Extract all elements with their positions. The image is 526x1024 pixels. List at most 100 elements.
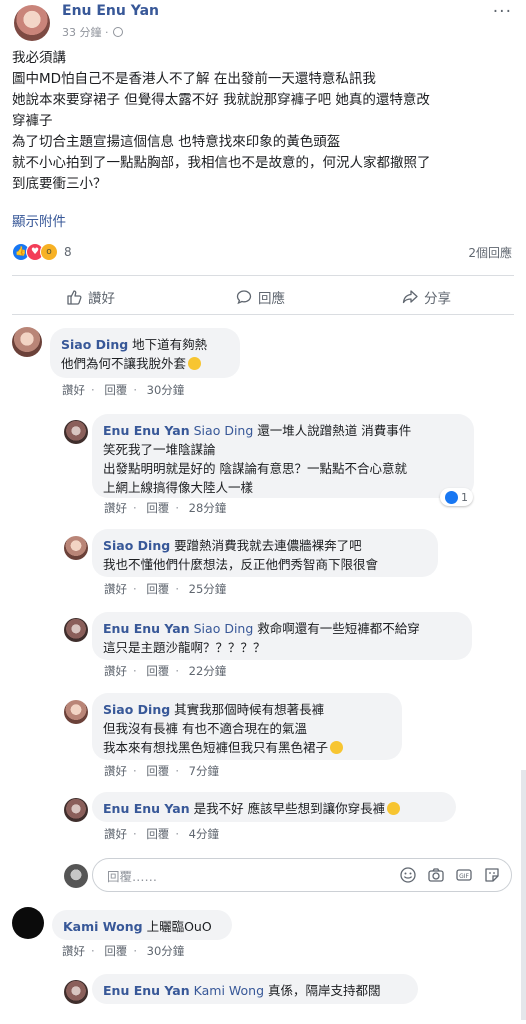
reply-composer: GIF <box>92 858 512 892</box>
comment-text: 這只是主題沙龍啊？？？？？ <box>103 640 266 655</box>
post-author-name[interactable]: Enu Enu Yan <box>62 3 159 19</box>
composer-tools: GIF <box>399 866 501 884</box>
comment-meta: 讚好 · 回覆 · 25分鐘 <box>104 582 227 596</box>
comment-text: 我也不懂他們什麼想法，反正他們秀智商下限很會 <box>103 557 379 572</box>
current-user-avatar <box>64 864 88 888</box>
comment-reply-link[interactable]: 回覆 <box>104 944 127 958</box>
commenter-name[interactable]: Enu Enu Yan <box>103 983 190 998</box>
comment-like-link[interactable]: 讚好 <box>104 827 127 841</box>
commenter-name[interactable]: Kami Wong <box>63 919 143 934</box>
comment-text: 上曬臨OuO <box>146 919 212 934</box>
comment-like-link[interactable]: 讚好 <box>104 764 127 778</box>
comment-time[interactable]: 30分鐘 <box>147 383 185 397</box>
commenter-avatar[interactable] <box>64 618 88 642</box>
post-text: 我必須講 圖中MD怕自己不是香港人不了解 在出發前一天還特意私訊我 她說本來要穿… <box>12 48 517 195</box>
comment-text: 他們為何不讓我脫外套 <box>61 356 187 371</box>
comment-button-label: 回應 <box>258 291 285 307</box>
camera-icon[interactable] <box>427 866 445 884</box>
comment-bubble: Enu Enu Yan Kami Wong 真係，隔岸支持都闊 <box>92 974 418 1004</box>
commenter-name[interactable]: Enu Enu Yan <box>103 801 190 816</box>
post-line: 她說本來要穿裙子 但覺得太露不好 我就說那穿褲子吧 她真的還特意改 <box>12 92 430 108</box>
comment-bubble: Siao Ding 地下道有夠熱 他們為何不讓我脫外套 <box>50 328 240 378</box>
commenter-avatar[interactable] <box>12 327 42 357</box>
show-attachments-link[interactable]: 顯示附件 <box>12 210 66 230</box>
comment-like-link[interactable]: 讚好 <box>104 582 127 596</box>
smile-emoji-icon <box>387 802 401 815</box>
comment-like-link[interactable]: 讚好 <box>62 383 85 397</box>
post-line: 我必須講 <box>12 50 66 66</box>
commenter-name[interactable]: Enu Enu Yan <box>103 423 190 438</box>
comment-text: 還一堆人說蹭熱道 消費事件 <box>257 423 412 438</box>
comment-like-link[interactable]: 讚好 <box>104 501 127 515</box>
reactions-summary[interactable]: 👍 ♥ o 8 <box>12 243 72 261</box>
like-reaction-icon <box>445 490 458 504</box>
commenter-avatar[interactable] <box>12 907 44 939</box>
divider <box>12 275 514 276</box>
commenter-name[interactable]: Enu Enu Yan <box>103 621 190 636</box>
comment-meta: 讚好 · 回覆 · 30分鐘 <box>62 383 185 397</box>
comment-meta: 讚好 · 回覆 · 30分鐘 <box>62 944 185 958</box>
comment-button[interactable]: 回應 <box>236 283 285 311</box>
comment-reply-link[interactable]: 回覆 <box>146 827 169 841</box>
comment-bubble: Enu Enu Yan Siao Ding 還一堆人說蹭熱道 消費事件 笑死我了一堆… <box>92 414 474 498</box>
scrollbar[interactable] <box>521 770 526 1020</box>
mention-link[interactable]: Siao Ding <box>194 621 254 636</box>
laughing-emoji-icon <box>330 741 344 754</box>
share-button[interactable]: 分享 <box>402 283 451 311</box>
post-line: 就不小心拍到了一點點胸部，我相信也不是故意的，何況人家都撤照了 <box>12 155 431 171</box>
comment-bubble: Enu Enu Yan 是我不好 應該早些想到讓你穿長褲 <box>92 792 456 822</box>
emoji-icon[interactable] <box>399 866 417 884</box>
comment-time[interactable]: 7分鐘 <box>189 764 219 778</box>
share-icon <box>402 290 418 304</box>
reaction-count: 8 <box>64 245 72 259</box>
facebook-post-page: Enu Enu Yan 33 分鐘 · ··· 我必須講 圖中MD怕自己不是香港… <box>0 0 526 1024</box>
commenter-name[interactable]: Siao Ding <box>61 337 128 352</box>
share-button-label: 分享 <box>424 291 451 307</box>
comment-text: 其實我那個時候有想著長褲 <box>174 702 325 717</box>
comment-text: 出發點明明就是好的 陰謀論有意思？一點點不合心意就 <box>103 461 407 476</box>
globe-icon <box>112 27 123 37</box>
comment-meta: 讚好 · 回覆 · 7分鐘 <box>104 764 219 778</box>
commenter-name[interactable]: Siao Ding <box>103 538 170 553</box>
commenter-avatar[interactable] <box>64 798 88 822</box>
comment-time[interactable]: 25分鐘 <box>189 582 227 596</box>
post-time[interactable]: 33 分鐘 · <box>62 24 109 40</box>
thumbs-up-icon <box>67 290 82 305</box>
mention-link[interactable]: Kami Wong <box>194 983 264 998</box>
like-button[interactable]: 讚好 <box>66 283 115 311</box>
reply-input[interactable] <box>105 865 359 887</box>
laughing-emoji-icon <box>188 357 202 370</box>
comment-reply-link[interactable]: 回覆 <box>146 664 169 678</box>
svg-text:GIF: GIF <box>459 873 469 880</box>
comment-time[interactable]: 30分鐘 <box>147 944 185 958</box>
comment-count[interactable]: 2個回應 <box>468 244 512 261</box>
comment-time[interactable]: 4分鐘 <box>189 827 219 841</box>
commenter-avatar[interactable] <box>64 536 88 560</box>
comment-like-link[interactable]: 讚好 <box>62 944 85 958</box>
comment-meta: 讚好 · 回覆 · 4分鐘 <box>104 827 219 841</box>
more-options-icon[interactable]: ··· <box>493 2 512 22</box>
mention-link[interactable]: Siao Ding <box>194 423 254 438</box>
comment-reply-link[interactable]: 回覆 <box>146 764 169 778</box>
post-line: 圖中MD怕自己不是香港人不了解 在出發前一天還特意私訊我 <box>12 71 376 87</box>
comment-bubble: Kami Wong 上曬臨OuO <box>52 910 232 940</box>
comment-reaction-badge[interactable]: 1 <box>440 488 473 506</box>
author-avatar[interactable] <box>14 5 50 41</box>
comment-text: 但我沒有長褲 有也不適合現在的氣溫 <box>103 721 307 736</box>
sticker-icon[interactable] <box>483 866 501 884</box>
commenter-avatar[interactable] <box>64 700 88 724</box>
comment-time[interactable]: 22分鐘 <box>189 664 227 678</box>
post-header: Enu Enu Yan 33 分鐘 · ··· <box>0 0 526 44</box>
gif-icon[interactable]: GIF <box>455 866 473 884</box>
comment-time[interactable]: 28分鐘 <box>189 501 227 515</box>
comment-text: 地下道有夠熱 <box>132 337 208 352</box>
comment-reply-link[interactable]: 回覆 <box>146 501 169 515</box>
commenter-avatar[interactable] <box>64 420 88 444</box>
comment-reply-link[interactable]: 回覆 <box>146 582 169 596</box>
commenter-avatar[interactable] <box>64 980 88 1004</box>
commenter-name[interactable]: Siao Ding <box>103 702 170 717</box>
comment-like-link[interactable]: 讚好 <box>104 664 127 678</box>
comment-text: 上網上線搞得像大陸人一樣 <box>103 480 254 495</box>
post-action-bar: 讚好 回應 分享 <box>0 283 526 311</box>
comment-reply-link[interactable]: 回覆 <box>104 383 127 397</box>
